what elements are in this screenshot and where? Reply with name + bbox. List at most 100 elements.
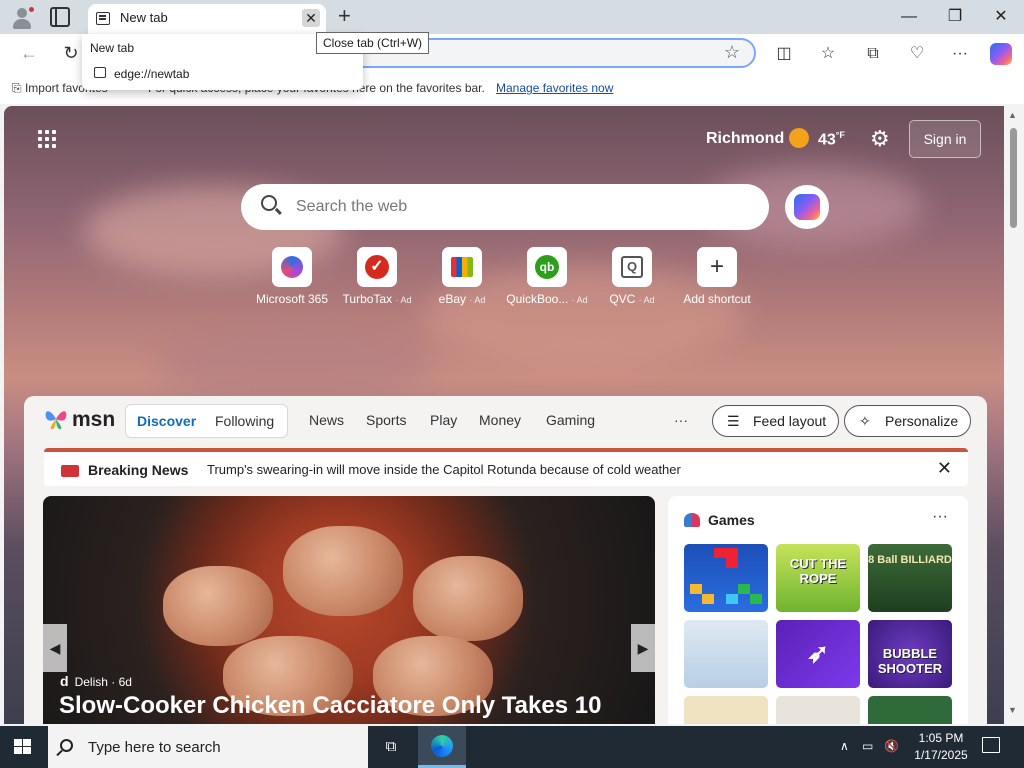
breaking-news-banner[interactable]: Breaking News Trump's swearing-in will m… (44, 448, 968, 486)
hover-card-url: edge://newtab (114, 67, 190, 81)
hero-article-card[interactable]: ◀ ▶ d Delish · 6d Slow-Cooker Chicken Cac… (43, 496, 655, 724)
game-tile-bees[interactable] (684, 696, 768, 724)
games-label: Games (708, 512, 755, 528)
windows-start-icon[interactable] (14, 739, 32, 755)
search-icon (261, 195, 277, 211)
game-tile-billiard[interactable]: 8 Ball BILLIARD (868, 544, 952, 612)
feed-layout-button[interactable]: ☰ Feed layout (712, 405, 840, 437)
more-options-icon[interactable]: ··· (932, 508, 948, 526)
taskbar-search-box[interactable]: Type here to search (48, 726, 368, 768)
volume-muted-icon[interactable]: 🔇 (884, 739, 899, 753)
game-tile-stickman[interactable] (684, 620, 768, 688)
game-tile-rocket[interactable]: ➶ (776, 620, 860, 688)
browser-essentials-icon[interactable]: ♡ (905, 42, 929, 66)
nav-money[interactable]: Money (479, 412, 521, 428)
breaking-news-headline[interactable]: Trump's swearing-in will move inside the… (207, 462, 681, 477)
taskbar-search-placeholder: Type here to search (88, 739, 221, 756)
tab-following[interactable]: Following (215, 413, 274, 429)
search-placeholder: Search the web (296, 198, 408, 215)
nav-play[interactable]: Play (430, 412, 457, 428)
scrollbar-thumb[interactable] (1010, 128, 1017, 228)
settings-and-more-icon[interactable]: ··· (948, 42, 972, 66)
weather-temperature[interactable]: 43°F (818, 130, 845, 149)
scroll-down-arrow[interactable]: ▼ (1008, 705, 1017, 715)
profile-icon[interactable] (10, 6, 35, 30)
favorites-icon[interactable]: ☆ (816, 42, 840, 66)
taskbar-clock[interactable]: 1:05 PM 1/17/2025 (908, 730, 974, 764)
close-icon[interactable]: ✕ (937, 458, 952, 479)
close-tab-button[interactable]: ✕ (302, 9, 320, 27)
tab-actions-icon[interactable] (50, 7, 70, 27)
game-tile-clock[interactable] (776, 696, 860, 724)
new-tab-page-icon (96, 12, 110, 25)
quickbooks-icon: qb (535, 255, 559, 279)
edge-taskbar-button[interactable] (418, 726, 466, 768)
tab-title: New tab (120, 10, 168, 25)
minimize-button[interactable]: — (886, 0, 932, 34)
feed-tabs: Discover Following (125, 404, 288, 438)
new-tab-button[interactable]: + (338, 4, 351, 28)
copilot-icon[interactable] (990, 43, 1012, 65)
task-view-icon[interactable]: ⧉ (380, 736, 402, 758)
sparkle-icon: ✧ (859, 413, 871, 429)
restore-button[interactable]: ❐ (932, 0, 978, 34)
collections-icon[interactable]: ⧉ (861, 42, 885, 66)
tab-strip: New tab ✕ + — ❐ ✕ (0, 0, 1024, 34)
tray-chevron-icon[interactable]: ∧ (840, 739, 849, 753)
taskbar: Type here to search ⧉ ∧ ▭ 🔇 1:05 PM 1/17… (0, 726, 1024, 768)
close-tab-tooltip: Close tab (Ctrl+W) (316, 32, 430, 54)
game-tile-mahjong[interactable] (868, 696, 952, 724)
search-icon (60, 739, 73, 752)
game-tile-blocks[interactable] (684, 544, 768, 612)
new-tab-page: Richmond 43°F ⚙ Sign in Search the web M… (4, 106, 1004, 724)
weather-city[interactable]: Richmond (706, 130, 784, 148)
game-tile-bubble-shooter[interactable]: BUBBLE SHOOTER (868, 620, 952, 688)
tab-discover[interactable]: Discover (137, 413, 196, 429)
shortcut-ebay[interactable]: eBay · Ad (417, 247, 507, 306)
tab-new-tab[interactable]: New tab ✕ (88, 4, 326, 34)
hover-card-title: New tab (90, 41, 135, 55)
scroll-up-arrow[interactable]: ▲ (1008, 110, 1017, 120)
nav-gaming[interactable]: Gaming (546, 412, 595, 428)
sunny-weather-icon (789, 128, 809, 148)
news-icon (61, 465, 79, 477)
qvc-icon: Q (621, 256, 643, 278)
split-screen-icon[interactable]: ◫ (772, 42, 796, 66)
personalize-button[interactable]: ✧ Personalize (844, 405, 972, 437)
microsoft-365-icon (281, 256, 303, 278)
app-launcher-icon[interactable] (38, 130, 58, 150)
favorite-star-icon[interactable]: ☆ (724, 42, 740, 63)
carousel-previous-button[interactable]: ◀ (43, 624, 67, 672)
article-title[interactable]: Slow-Cooker Chicken Cacciatore Only Take… (59, 692, 601, 720)
shortcut-quickbooks[interactable]: qb QuickBoo... · Ad (502, 247, 592, 306)
games-icon (684, 513, 700, 527)
ebay-icon (451, 257, 473, 277)
msn-butterfly-icon (45, 411, 67, 430)
sliders-icon: ☰ (727, 413, 740, 429)
turbotax-icon: ✓ (365, 255, 389, 279)
games-card: Games ··· CUT THE ROPE 8 Ball BILLIARD ➶… (668, 496, 968, 724)
shortcut-qvc[interactable]: Q QVC · Ad (587, 247, 677, 306)
nav-sports[interactable]: Sports (366, 412, 406, 428)
gear-icon[interactable]: ⚙ (870, 128, 892, 150)
shortcut-microsoft-365[interactable]: Microsoft 365 (247, 247, 337, 306)
notification-icon[interactable] (982, 737, 1000, 753)
new-tab-page-icon (94, 67, 106, 78)
web-search-box[interactable]: Search the web (241, 184, 769, 230)
back-button[interactable]: ← (18, 42, 40, 64)
manage-favorites-link[interactable]: Manage favorites now (496, 81, 613, 95)
nav-news[interactable]: News (309, 412, 344, 428)
article-source: d Delish · 6d (60, 673, 132, 689)
nav-more-button[interactable]: ··· (674, 412, 688, 428)
breaking-news-label: Breaking News (88, 462, 189, 478)
network-icon[interactable]: ▭ (862, 739, 873, 753)
game-tile-cut-the-rope[interactable]: CUT THE ROPE (776, 544, 860, 612)
carousel-next-button[interactable]: ▶ (631, 624, 655, 672)
shortcut-turbotax[interactable]: ✓ TurboTax · Ad (332, 247, 422, 306)
shortcut-add[interactable]: + Add shortcut (672, 247, 762, 306)
copilot-button[interactable] (785, 185, 829, 229)
refresh-button[interactable]: ↻ (60, 42, 82, 64)
msn-feed: msn Discover Following News Sports Play … (24, 396, 987, 724)
sign-in-button[interactable]: Sign in (909, 120, 981, 158)
close-window-button[interactable]: ✕ (978, 0, 1024, 34)
